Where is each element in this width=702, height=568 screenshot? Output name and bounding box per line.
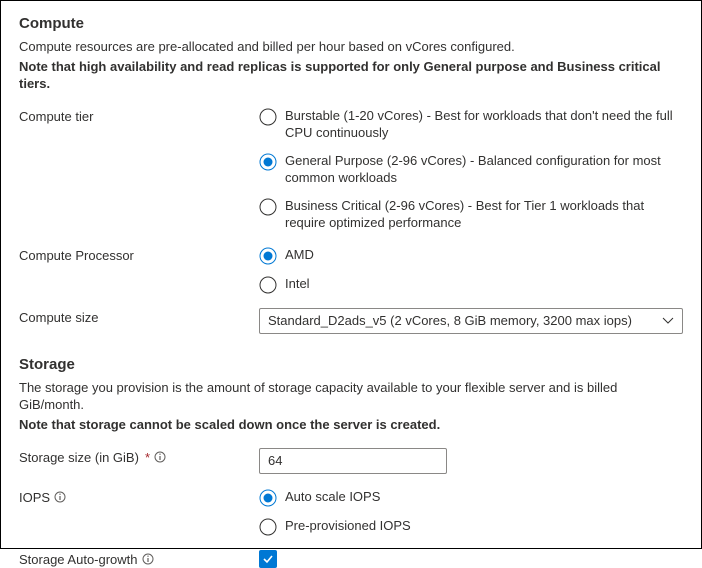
storage-desc-2: Note that storage cannot be scaled down … (19, 416, 683, 434)
storage-size-input[interactable] (259, 448, 447, 474)
storage-autogrowth-label: Storage Auto-growth (19, 550, 259, 567)
compute-size-label: Compute size (19, 308, 259, 325)
radio-unchecked-icon (259, 276, 277, 294)
chevron-down-icon (662, 315, 674, 327)
compute-tier-option-business[interactable]: Business Critical (2-96 vCores) - Best f… (259, 197, 683, 232)
info-icon[interactable] (142, 553, 154, 565)
storage-desc-1: The storage you provision is the amount … (19, 379, 683, 414)
compute-processor-option-label: Intel (285, 275, 310, 293)
iops-option-label: Pre-provisioned IOPS (285, 517, 411, 535)
storage-size-label: Storage size (in GiB)* (19, 448, 259, 465)
compute-size-select[interactable]: Standard_D2ads_v5 (2 vCores, 8 GiB memor… (259, 308, 683, 334)
radio-checked-icon (259, 489, 277, 507)
compute-tier-option-label: General Purpose (2-96 vCores) - Balanced… (285, 152, 683, 187)
compute-heading: Compute (19, 15, 683, 32)
iops-option-label: Auto scale IOPS (285, 488, 380, 506)
radio-unchecked-icon (259, 198, 277, 216)
radio-unchecked-icon (259, 108, 277, 126)
compute-processor-option-label: AMD (285, 246, 314, 264)
radio-checked-icon (259, 153, 277, 171)
compute-tier-option-label: Burstable (1-20 vCores) - Best for workl… (285, 107, 683, 142)
compute-tier-option-general[interactable]: General Purpose (2-96 vCores) - Balanced… (259, 152, 683, 187)
info-icon[interactable] (154, 451, 166, 463)
radio-unchecked-icon (259, 518, 277, 536)
iops-label: IOPS (19, 488, 259, 505)
compute-processor-label: Compute Processor (19, 246, 259, 263)
info-icon[interactable] (54, 491, 66, 503)
compute-desc-1: Compute resources are pre-allocated and … (19, 38, 683, 56)
storage-heading: Storage (19, 356, 683, 373)
storage-autogrowth-checkbox[interactable] (259, 550, 277, 568)
compute-processor-option-amd[interactable]: AMD (259, 246, 683, 265)
compute-desc-2: Note that high availability and read rep… (19, 58, 683, 93)
compute-tier-label: Compute tier (19, 107, 259, 124)
iops-option-auto[interactable]: Auto scale IOPS (259, 488, 683, 507)
compute-size-value: Standard_D2ads_v5 (2 vCores, 8 GiB memor… (268, 313, 632, 328)
compute-tier-option-label: Business Critical (2-96 vCores) - Best f… (285, 197, 683, 232)
compute-tier-option-burstable[interactable]: Burstable (1-20 vCores) - Best for workl… (259, 107, 683, 142)
checkmark-icon (261, 552, 275, 566)
iops-option-preprov[interactable]: Pre-provisioned IOPS (259, 517, 683, 536)
radio-checked-icon (259, 247, 277, 265)
compute-processor-option-intel[interactable]: Intel (259, 275, 683, 294)
